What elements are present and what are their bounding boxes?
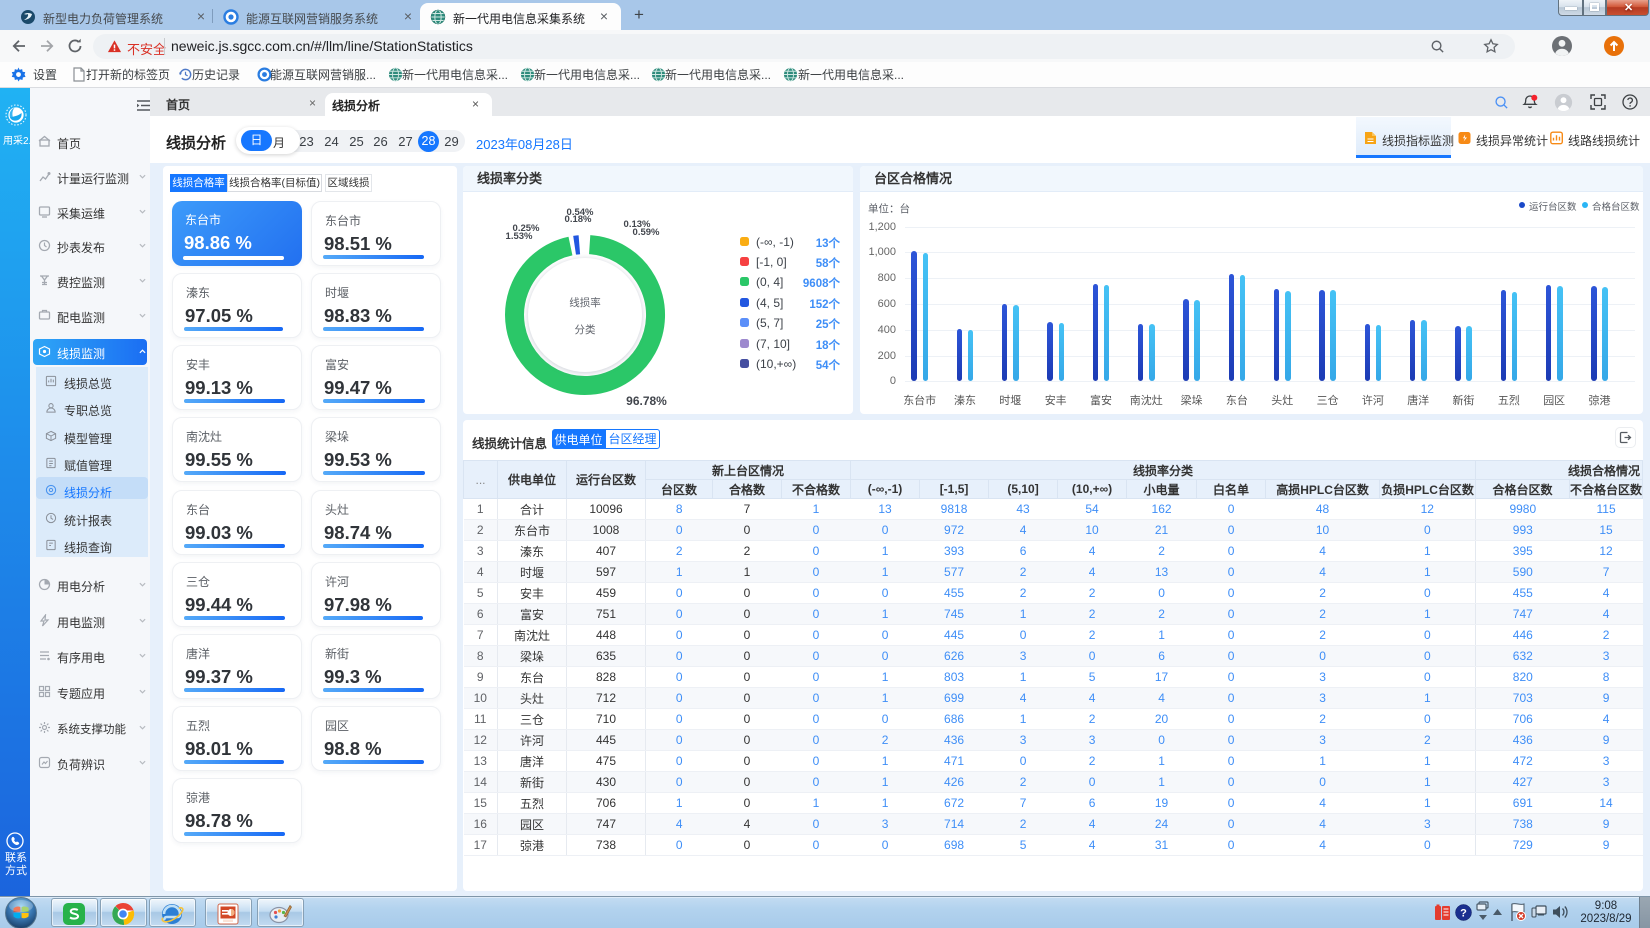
svg-text:?: ? <box>1460 908 1467 920</box>
